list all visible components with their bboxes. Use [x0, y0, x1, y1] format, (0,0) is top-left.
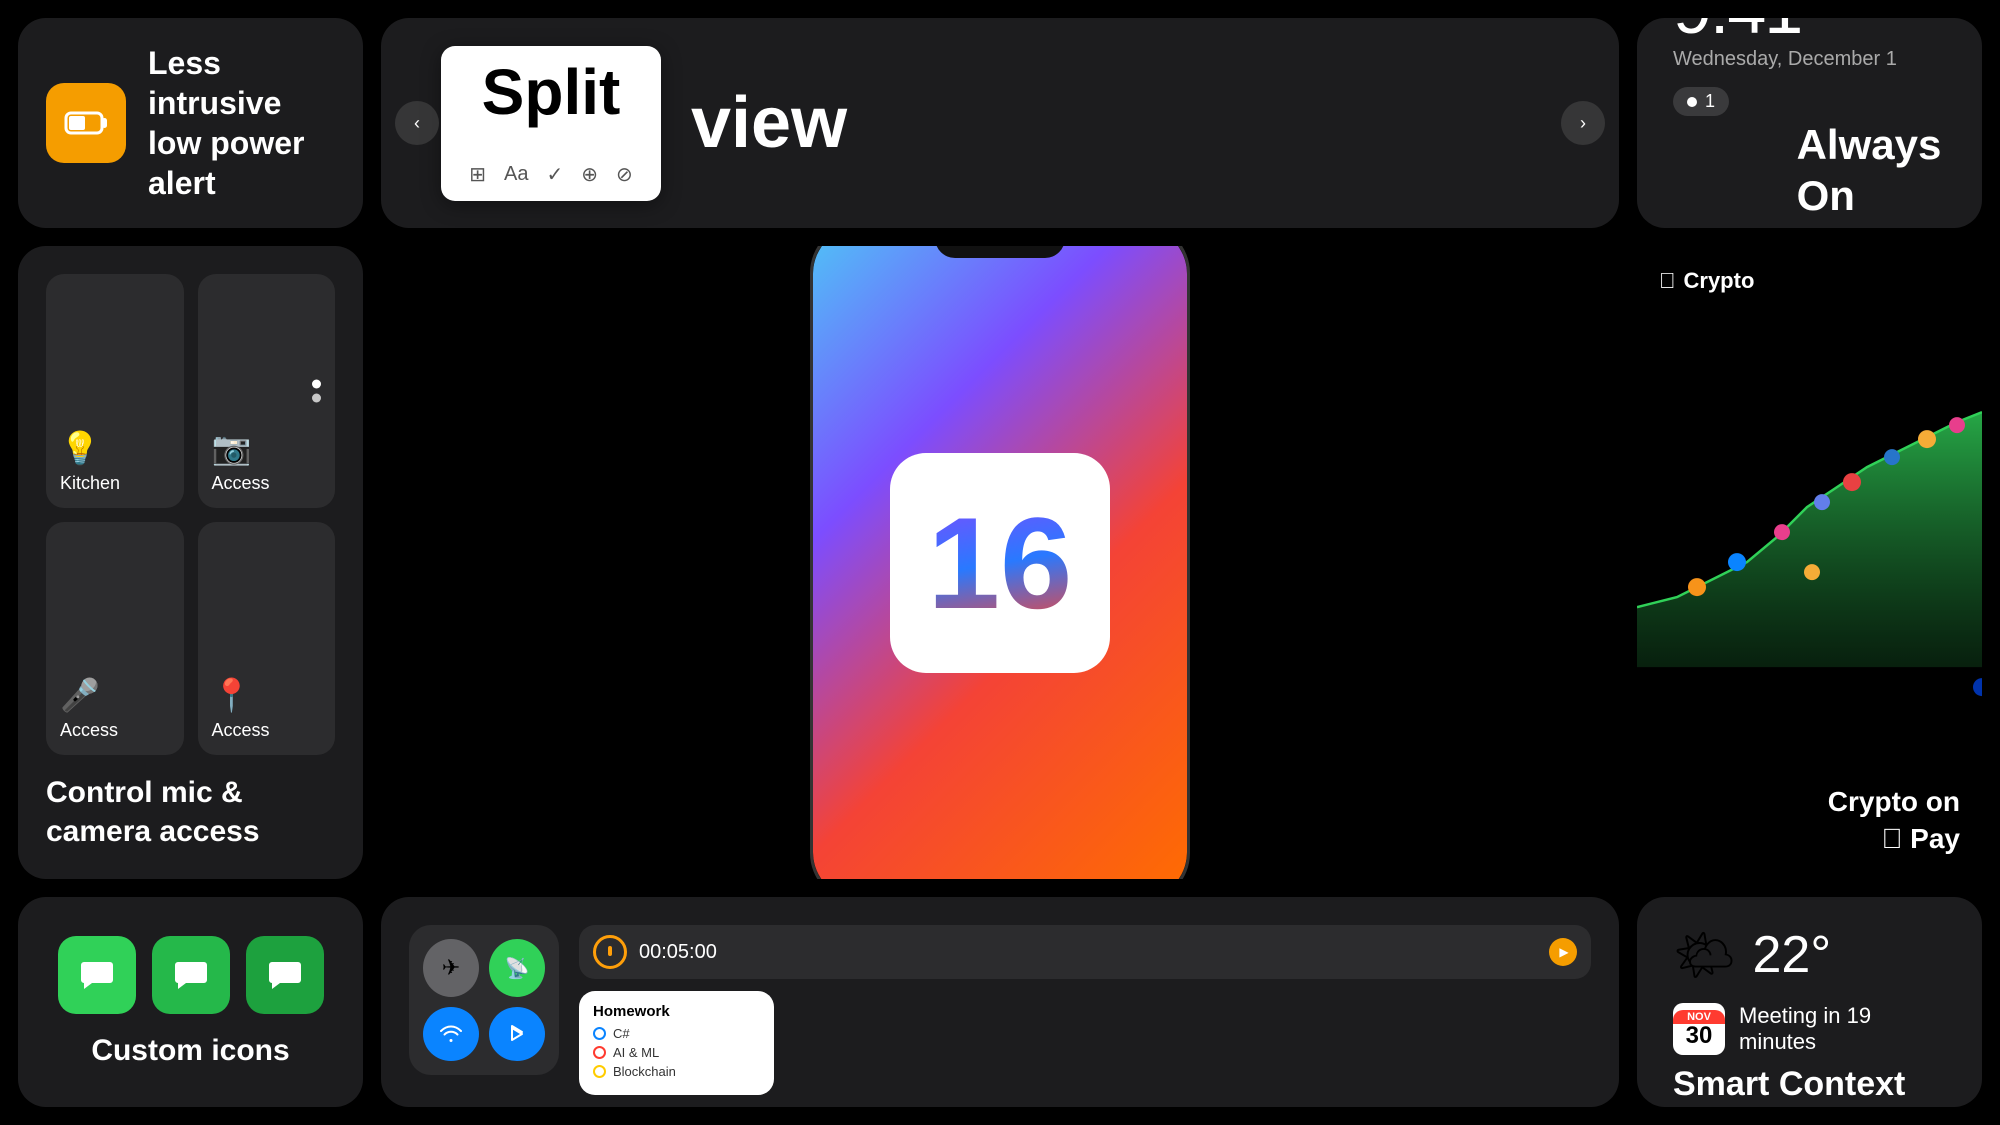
homework-item-3: Blockchain: [593, 1064, 760, 1079]
cc-bluetooth-button[interactable]: [489, 1007, 545, 1061]
kitchen-icon: 💡: [60, 429, 100, 467]
crypto-logo-text: Crypto: [1684, 268, 1755, 294]
hw-dot-3: [593, 1065, 606, 1078]
camera-icon: 📷: [212, 429, 252, 467]
kitchen-label: Kitchen: [60, 473, 120, 494]
access-cell-location: 📍 Access: [198, 522, 336, 756]
view-label: view: [691, 82, 847, 164]
mic-access-label: Access: [60, 720, 118, 741]
meeting-row: NOV 30 Meeting in 19 minutes: [1673, 1003, 1946, 1055]
message-icon-3: [246, 936, 324, 1014]
smart-context-label: Smart Context: [1673, 1065, 1905, 1103]
dot-2: [312, 393, 321, 402]
aod-pill-dot: [1687, 97, 1697, 107]
ios16-number: 16: [928, 498, 1073, 628]
timer-widget: 00:05:00 ▶: [579, 925, 1591, 979]
toolbar-check-icon: ✓: [546, 162, 563, 187]
hw-dot-1: [593, 1027, 606, 1040]
phone-wallpaper: 16: [813, 246, 1187, 879]
homework-widget: Homework C# AI & ML Blockchain: [579, 991, 774, 1095]
nav-arrow-left[interactable]: ‹: [395, 101, 439, 145]
camera-access-label: Access: [212, 473, 270, 494]
mic-camera-card: 💡 Kitchen 📷 Access 🎤 Access 📍 Access Con…: [18, 246, 363, 879]
dot-1: [312, 379, 321, 388]
timer-icon: [593, 935, 627, 969]
aod-pill: 1: [1673, 87, 1729, 116]
calendar-badge: NOV 30: [1673, 1003, 1725, 1055]
cc-podcast-button[interactable]: 📡: [489, 939, 545, 997]
location-access-label: Access: [212, 720, 270, 741]
phone-power-button: [1187, 356, 1190, 416]
mic-camera-title: Control mic &camera access: [46, 773, 260, 851]
phone-center-card: 16: [381, 246, 1619, 879]
crypto-logo:  Crypto: [1659, 268, 1960, 294]
hw-label-2: AI & ML: [613, 1045, 659, 1060]
phone-body: 16: [810, 246, 1190, 879]
phone-mockup: 16: [381, 246, 1619, 879]
apple-logo-icon: : [1659, 268, 1676, 294]
nav-arrow-right[interactable]: ›: [1561, 101, 1605, 145]
smart-context-card: 🌤 22° NOV 30 Meeting in 19 minutes Smart…: [1637, 897, 1982, 1107]
weather-temp: 22°: [1752, 925, 1831, 985]
crypto-card:  Crypto: [1637, 246, 1982, 879]
toolbar-font-icon: Aa: [504, 163, 528, 186]
low-power-label: Less intrusive low power alert: [148, 43, 335, 203]
aod-pill-number: 1: [1705, 91, 1715, 112]
message-icon-1: [58, 936, 136, 1014]
crypto-footer: Crypto on  Pay: [1637, 770, 1982, 879]
weather-icon: 🌤: [1673, 926, 1736, 985]
toolbar-grid-icon: ⊞: [469, 162, 486, 187]
toolbar-plus-icon: ⊕: [581, 162, 598, 187]
phone-notch: [935, 246, 1065, 258]
hw-label-1: C#: [613, 1026, 630, 1041]
phone-screen: 16: [813, 246, 1187, 879]
split-label: Split: [482, 60, 621, 124]
split-view-card: Split ⊞ Aa ✓ ⊕ ⊘ view ‹ ›: [381, 18, 1619, 228]
access-cell-kitchen: 💡 Kitchen: [46, 274, 184, 508]
access-dot-indicator: [312, 379, 321, 402]
hw-label-3: Blockchain: [613, 1064, 676, 1079]
crypto-apple-pay-icon: : [1881, 823, 1902, 854]
cal-day: 30: [1686, 1024, 1713, 1048]
phone-silent-button: [810, 336, 813, 371]
control-center-box: ✈ 📡: [409, 925, 559, 1075]
phone-vol-up-button: [810, 386, 813, 446]
access-cell-camera: 📷 Access: [198, 274, 336, 508]
aod-label: AlwaysOnDisplay: [1797, 120, 1946, 228]
mic-icon: 🎤: [60, 676, 100, 714]
split-white-box: Split ⊞ Aa ✓ ⊕ ⊘: [441, 46, 661, 201]
crypto-header:  Crypto: [1637, 246, 1982, 304]
message-icon-2: [152, 936, 230, 1014]
crypto-footer-line2: Pay: [1910, 823, 1960, 854]
low-power-icon: [46, 83, 126, 163]
low-power-card: Less intrusive low power alert: [18, 18, 363, 228]
timer-display: 00:05:00: [639, 941, 717, 964]
always-on-card: 9:41 Wednesday, December 1 1 AlwaysOnDis…: [1637, 18, 1982, 228]
ios16-badge: 16: [890, 453, 1110, 673]
hw-dot-2: [593, 1046, 606, 1059]
interactive-widgets-card: ✈ 📡 00:05:00: [381, 897, 1619, 1107]
crypto-footer-line1: Crypto on: [1828, 786, 1960, 817]
aod-time: 9:41: [1673, 18, 1801, 44]
phone-vol-down-button: [810, 461, 813, 521]
icons-row: [58, 936, 324, 1014]
homework-item-1: C#: [593, 1026, 760, 1041]
timer-play-button[interactable]: ▶: [1549, 938, 1577, 966]
meeting-text: Meeting in 19 minutes: [1739, 1003, 1946, 1055]
homework-title: Homework: [593, 1003, 760, 1020]
split-toolbar: ⊞ Aa ✓ ⊕ ⊘: [469, 162, 633, 187]
access-grid: 💡 Kitchen 📷 Access 🎤 Access 📍 Access: [46, 274, 335, 755]
location-icon: 📍: [212, 676, 252, 714]
access-cell-mic: 🎤 Access: [46, 522, 184, 756]
aod-date: Wednesday, December 1: [1673, 48, 1897, 71]
cc-wifi-button[interactable]: [423, 1007, 479, 1061]
homework-item-2: AI & ML: [593, 1045, 760, 1060]
custom-icons-label: Custom icons: [91, 1034, 289, 1068]
custom-icons-card: Custom icons: [18, 897, 363, 1107]
crypto-chart-area: [1637, 304, 1982, 770]
toolbar-lock-icon: ⊘: [616, 162, 633, 187]
cc-airplane-button[interactable]: ✈: [423, 939, 479, 997]
